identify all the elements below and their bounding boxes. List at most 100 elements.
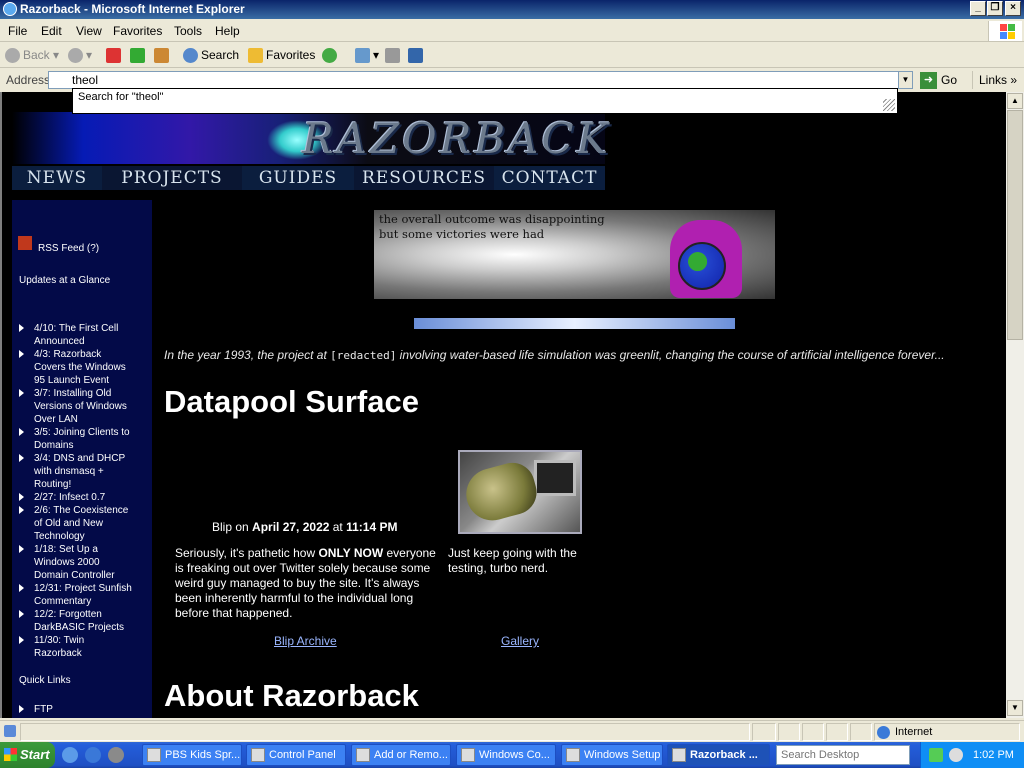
status-cell <box>850 723 872 741</box>
taskbar-button-label: Windows Setup <box>584 749 661 761</box>
blip-at: at <box>329 520 347 534</box>
taskbar-button-label: Control Panel <box>269 749 336 761</box>
menu-edit[interactable]: Edit <box>41 24 62 38</box>
go-label: Go <box>941 73 958 87</box>
hero-caption-line-1: the overall outcome was disappointing <box>379 212 605 226</box>
nav-news[interactable]: NEWS <box>12 166 102 190</box>
update-item[interactable]: 3/4: DNS and DHCP with dnsmasq + Routing… <box>17 452 132 491</box>
app-quicklaunch-icon[interactable] <box>108 747 124 763</box>
taskbar-button-windows-setup[interactable]: Windows Setup <box>561 744 663 766</box>
star-icon <box>248 48 263 64</box>
update-item[interactable]: 4/3: Razorback Covers the Windows 95 Lau… <box>17 348 132 387</box>
globe-icon <box>678 242 726 290</box>
resize-grip-icon[interactable] <box>883 99 895 111</box>
windows-setup-icon <box>566 748 580 762</box>
intro-text: In the year 1993, the project at [redact… <box>164 348 1004 362</box>
scroll-thumb[interactable] <box>1007 110 1023 340</box>
divider-bar <box>414 318 735 329</box>
menu-favorites[interactable]: Favorites <box>113 24 162 38</box>
mail-button[interactable]: ▾ <box>355 47 379 64</box>
menu-tools[interactable]: Tools <box>174 24 202 38</box>
blip-archive-link[interactable]: Blip Archive <box>274 634 337 648</box>
back-button[interactable]: Back ▾ <box>5 47 59 64</box>
taskbar-button-razorback[interactable]: Razorback ... <box>667 744 770 766</box>
taskbar-button-label: Add or Remo... <box>374 749 448 761</box>
close-button[interactable]: × <box>1005 1 1021 16</box>
home-button[interactable] <box>154 47 172 64</box>
back-arrow-icon <box>5 48 20 64</box>
quick-link-item[interactable]: FTP <box>17 703 132 716</box>
taskbar-button-pbs-kids[interactable]: PBS Kids Spr... <box>142 744 242 766</box>
heading-datapool-surface: Datapool Surface <box>164 384 419 419</box>
update-item[interactable]: 2/6: The Coexistence of Old and New Tech… <box>17 504 132 543</box>
start-button[interactable]: Start <box>0 742 55 768</box>
internet-globe-icon <box>877 726 890 739</box>
update-item[interactable]: 3/7: Installing Old Versions of Windows … <box>17 387 132 426</box>
site-nav: NEWS PROJECTS GUIDES RESOURCES CONTACT <box>12 166 605 190</box>
menu-file[interactable]: File <box>8 24 27 38</box>
update-item[interactable]: 1/18: Set Up a Windows 2000 Domain Contr… <box>17 543 132 582</box>
print-button[interactable] <box>385 47 403 64</box>
gallery-link[interactable]: Gallery <box>501 634 539 648</box>
hero-caption-line-2: but some victories were had <box>379 227 545 241</box>
nav-resources[interactable]: RESOURCES <box>354 166 494 190</box>
rss-icon[interactable] <box>18 236 32 250</box>
stop-button[interactable] <box>106 47 124 64</box>
intro-text-start: In the year 1993, the project at <box>164 348 331 362</box>
address-dropdown-button[interactable]: ▼ <box>898 71 913 89</box>
update-item[interactable]: 12/2: Forgotten DarkBASIC Projects <box>17 608 132 634</box>
links-button[interactable]: Links » <box>972 71 1022 89</box>
search-button[interactable]: Search <box>183 47 239 64</box>
statusbar: Internet <box>0 720 1024 742</box>
blip-text-part-1: Seriously, it's pathetic how <box>175 546 319 560</box>
scroll-up-button[interactable]: ▲ <box>1007 93 1023 109</box>
update-item[interactable]: 3/5: Joining Clients to Domains <box>17 426 132 452</box>
gallery-image[interactable] <box>458 450 582 534</box>
taskbar: Start PBS Kids Spr... Control Panel Add … <box>0 742 1024 768</box>
status-cell <box>802 723 824 741</box>
update-item[interactable]: 12/31: Project Sunfish Commentary <box>17 582 132 608</box>
update-item[interactable]: 4/10: The First Cell Announced <box>17 322 132 348</box>
autocomplete-search-suggestion[interactable]: Search for "theol" <box>78 91 892 103</box>
update-item[interactable]: 11/30: Twin Razorback <box>17 634 132 660</box>
page-viewport: RAZORBACK NEWS PROJECTS GUIDES RESOURCES… <box>0 92 1006 718</box>
nav-contact[interactable]: CONTACT <box>494 166 605 190</box>
refresh-button[interactable] <box>130 47 148 64</box>
forward-button[interactable]: ▾ <box>68 47 92 64</box>
vertical-scrollbar[interactable]: ▲ ▼ <box>1006 92 1024 718</box>
desktop-search-input[interactable] <box>776 745 910 765</box>
stop-icon <box>106 48 121 64</box>
search-icon[interactable] <box>892 747 906 761</box>
hero-image: the overall outcome was disappointing bu… <box>374 210 775 299</box>
ie-quicklaunch-icon[interactable] <box>85 747 101 763</box>
monitor-shape <box>534 460 576 496</box>
taskbar-button-control-panel[interactable]: Control Panel <box>246 744 346 766</box>
edit-button[interactable] <box>408 47 426 64</box>
nav-projects[interactable]: PROJECTS <box>102 166 242 190</box>
heading-about-razorback: About Razorback <box>164 678 419 713</box>
minimize-button[interactable]: _ <box>970 1 986 16</box>
update-item[interactable]: 2/27: Infsect 0.7 <box>17 491 132 504</box>
menu-help[interactable]: Help <box>215 24 240 38</box>
tray-volume-icon[interactable] <box>949 748 963 762</box>
window-titlebar[interactable]: Razorback - Microsoft Internet Explorer … <box>0 0 1024 19</box>
scroll-down-button[interactable]: ▼ <box>1007 700 1023 716</box>
rss-feed-link[interactable]: RSS Feed (?) <box>38 243 99 254</box>
clock[interactable]: 1:02 PM <box>973 742 1014 768</box>
go-button[interactable]: ➜ Go <box>920 71 958 90</box>
menu-view[interactable]: View <box>76 24 102 38</box>
show-desktop-icon[interactable] <box>62 747 78 763</box>
address-input[interactable] <box>48 71 899 89</box>
favorites-button[interactable]: Favorites <box>248 47 315 64</box>
history-button[interactable] <box>322 47 340 64</box>
ie-page-icon <box>672 748 686 762</box>
hero-caption: the overall outcome was disappointing bu… <box>379 212 605 242</box>
taskbar-button-windows-components[interactable]: Windows Co... <box>456 744 556 766</box>
pbs-kids-icon <box>147 748 161 762</box>
search-icon <box>183 48 198 64</box>
restore-button[interactable]: ❐ <box>987 1 1003 16</box>
taskbar-button-add-remove[interactable]: Add or Remo... <box>351 744 451 766</box>
nav-guides[interactable]: GUIDES <box>242 166 354 190</box>
tray-network-icon[interactable] <box>929 748 943 762</box>
site-logo[interactable]: RAZORBACK <box>302 114 611 163</box>
